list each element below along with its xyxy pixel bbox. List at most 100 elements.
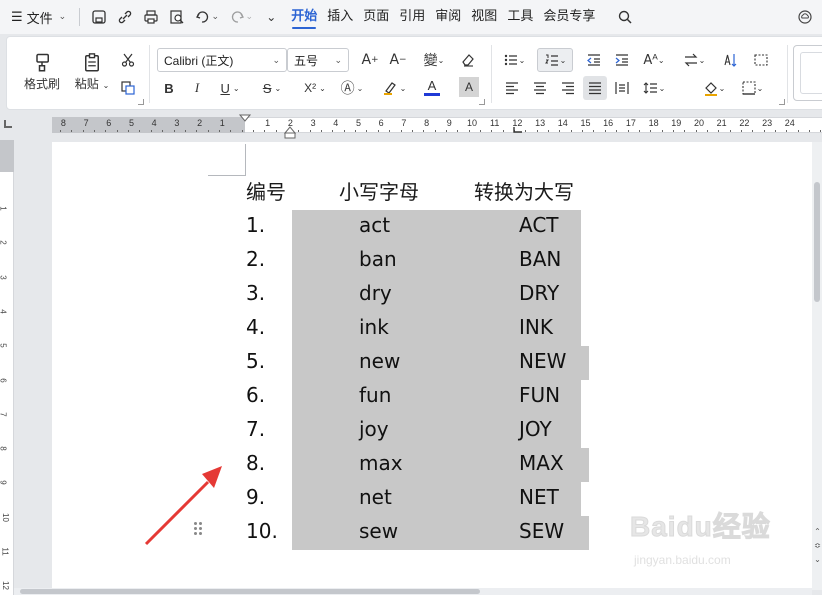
tab-2[interactable]: 页面 bbox=[358, 0, 394, 34]
ruler-number: 22 bbox=[739, 118, 750, 128]
ruler-tick bbox=[343, 130, 345, 132]
print-icon[interactable] bbox=[140, 6, 162, 28]
font-color-bar bbox=[424, 92, 440, 96]
highlight-icon[interactable]: ⌄ bbox=[377, 77, 411, 99]
char-shading-button[interactable]: A bbox=[459, 77, 479, 97]
ruler-number: 7 bbox=[401, 118, 407, 128]
align-center-icon[interactable] bbox=[529, 77, 551, 99]
ruler-tick bbox=[650, 130, 652, 132]
next-page-icon[interactable]: ⌄ bbox=[813, 554, 822, 564]
clear-format-icon[interactable] bbox=[457, 49, 479, 71]
cloud-icon[interactable] bbox=[794, 6, 816, 28]
horizontal-scrollbar[interactable] bbox=[14, 588, 812, 595]
text-direction-icon[interactable]: ⌄ bbox=[679, 49, 709, 71]
paste-label: 粘贴 bbox=[74, 77, 99, 91]
text-effect-icon[interactable]: Ⓐ ⌄ bbox=[337, 77, 367, 99]
increase-font-icon[interactable]: A + bbox=[359, 49, 381, 71]
line-spacing-icon[interactable]: ⌄ bbox=[639, 77, 669, 99]
bold-button[interactable]: B bbox=[159, 77, 179, 99]
show-marks-icon[interactable] bbox=[749, 49, 773, 71]
horizontal-ruler[interactable]: 8 7 6 5 4 3 2 1 1 2 3 4 5 6 7 8 9 10 11 12 13 14 15 16 17 18 19 20 2… bbox=[0, 114, 822, 139]
font-color-button[interactable]: A bbox=[417, 75, 447, 99]
ruler-tick bbox=[797, 130, 799, 132]
vertical-scrollbar[interactable] bbox=[812, 142, 822, 590]
ruler-number: 4 bbox=[151, 118, 157, 128]
justify-icon[interactable] bbox=[583, 76, 607, 100]
row-lowercase: act bbox=[359, 213, 391, 237]
tab-1[interactable]: 插入 bbox=[322, 0, 358, 34]
scrollbar-thumb[interactable] bbox=[20, 589, 480, 594]
borders-icon[interactable]: ⌄ bbox=[737, 77, 767, 99]
format-painter-button[interactable]: 格式刷 bbox=[21, 47, 63, 97]
decrease-indent-icon[interactable] bbox=[583, 49, 605, 71]
tab-4[interactable]: 审阅 bbox=[430, 0, 466, 34]
indent-marker-icon[interactable] bbox=[239, 114, 251, 138]
row-number: 2. bbox=[246, 247, 266, 271]
superscript-label: X² bbox=[304, 81, 317, 95]
font-name-select[interactable]: Calibri (正文) ⌄ bbox=[157, 48, 287, 72]
separator bbox=[787, 45, 788, 103]
ruler-number: 16 bbox=[603, 118, 614, 128]
search-icon[interactable] bbox=[614, 6, 636, 28]
separator bbox=[149, 45, 150, 103]
ruler-tick bbox=[298, 130, 300, 132]
decrease-font-icon[interactable]: A − bbox=[387, 49, 409, 71]
ruler-tick bbox=[389, 130, 391, 132]
print-preview-icon[interactable] bbox=[166, 6, 188, 28]
sort-icon[interactable] bbox=[719, 49, 743, 71]
change-case-icon[interactable]: Aᴬ ⌄ bbox=[639, 49, 669, 71]
copy-icon[interactable] bbox=[117, 77, 139, 99]
tab-marker-icon[interactable] bbox=[513, 126, 523, 134]
row-lowercase: joy bbox=[359, 417, 389, 441]
vruler-number: 12 bbox=[0, 581, 10, 591]
italic-button[interactable]: I bbox=[187, 77, 207, 99]
bullet-list-icon[interactable]: ⌄ bbox=[499, 49, 529, 71]
prev-page-icon[interactable]: ≎ bbox=[813, 540, 822, 550]
row-number: 1. bbox=[246, 213, 266, 237]
tab-7[interactable]: 会员专享 bbox=[538, 0, 600, 34]
superscript-button[interactable]: X² ⌄ bbox=[297, 77, 333, 99]
increase-indent-icon[interactable] bbox=[611, 49, 633, 71]
align-left-icon[interactable] bbox=[501, 77, 523, 99]
ruler-tick bbox=[184, 130, 186, 132]
chevron-down-icon: ⌄ bbox=[272, 54, 280, 65]
tab-6[interactable]: 工具 bbox=[502, 0, 538, 34]
chevron-down-icon: ⌄ bbox=[245, 12, 253, 22]
underline-button[interactable]: U ⌄ bbox=[215, 77, 245, 99]
share-link-icon[interactable] bbox=[114, 6, 136, 28]
tab-stop-icon[interactable] bbox=[4, 120, 12, 128]
file-menu-button[interactable]: ☰ 文件 ⌄ bbox=[6, 5, 71, 29]
tab-0[interactable]: 开始 bbox=[286, 0, 322, 34]
paste-button[interactable]: 粘贴 ⌄ bbox=[69, 47, 115, 97]
row-number: 5. bbox=[246, 349, 266, 373]
cut-icon[interactable] bbox=[117, 49, 139, 71]
ruler-number: 8 bbox=[60, 118, 66, 128]
vruler-number: 9 bbox=[0, 481, 8, 485]
redo-icon[interactable]: ⌄ bbox=[226, 6, 256, 28]
dialog-launcher-icon[interactable] bbox=[779, 99, 785, 105]
tab-5[interactable]: 视图 bbox=[466, 0, 502, 34]
tab-3[interactable]: 引用 bbox=[394, 0, 430, 34]
row-uppercase: BAN bbox=[519, 247, 562, 271]
numbered-list-icon[interactable]: ⌄ bbox=[537, 48, 573, 72]
font-size-select[interactable]: 五号 ⌄ bbox=[287, 48, 349, 72]
dialog-launcher-icon[interactable] bbox=[479, 99, 485, 105]
ruler-tick bbox=[695, 130, 697, 132]
phonetic-guide-icon[interactable]: 變 ⌄ bbox=[417, 49, 451, 71]
style-gallery[interactable] bbox=[793, 45, 822, 101]
scrollbar-thumb[interactable] bbox=[814, 182, 820, 302]
undo-icon[interactable]: ⌄ bbox=[192, 6, 222, 28]
hanging-indent-marker-icon[interactable] bbox=[284, 126, 296, 140]
ruler-tick bbox=[116, 130, 118, 132]
align-right-icon[interactable] bbox=[557, 77, 579, 99]
shading-icon[interactable]: ⌄ bbox=[699, 77, 729, 99]
dialog-launcher-icon[interactable] bbox=[138, 99, 144, 105]
strikethrough-button[interactable]: S ⌄ bbox=[257, 77, 287, 99]
more-chevron-icon[interactable]: ⌄ bbox=[260, 6, 282, 28]
selection-highlight bbox=[568, 210, 581, 244]
ruler-tick bbox=[332, 130, 334, 132]
scroll-up-icon[interactable]: ⌃ bbox=[813, 526, 822, 536]
save-icon[interactable] bbox=[88, 6, 110, 28]
distribute-icon[interactable] bbox=[611, 77, 633, 99]
vertical-ruler[interactable]: 123456789101112 bbox=[0, 140, 14, 595]
